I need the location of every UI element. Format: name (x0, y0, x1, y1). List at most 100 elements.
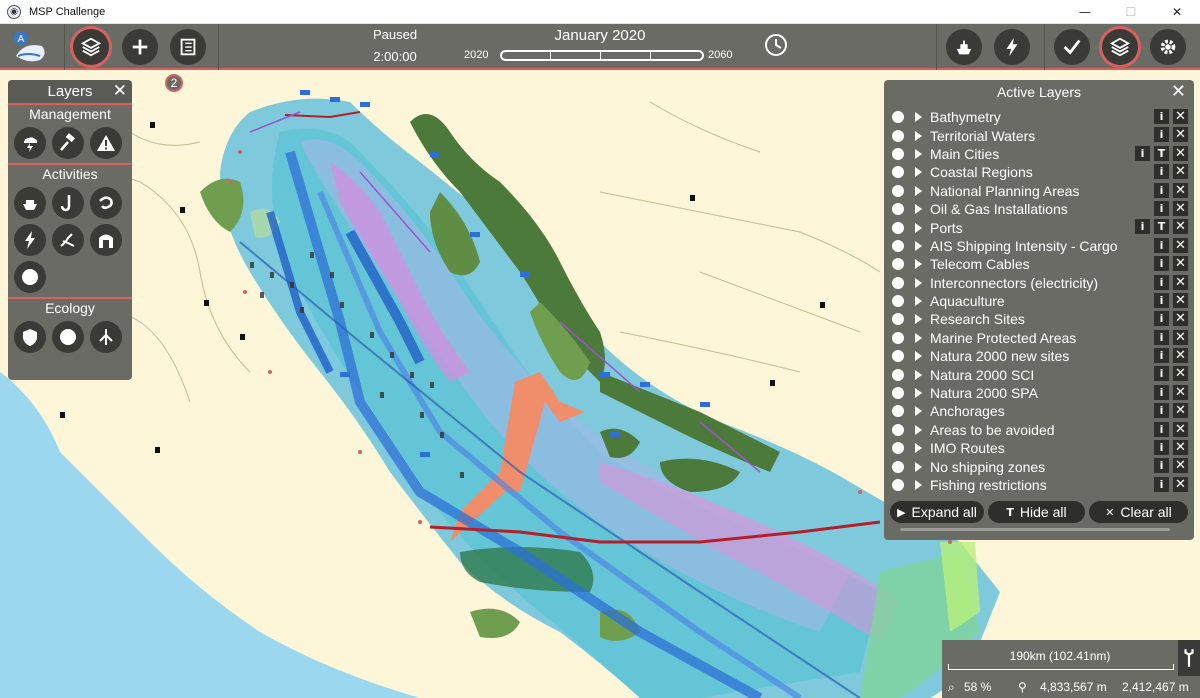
expand-arrow-icon[interactable] (915, 148, 922, 159)
remove-layer-icon[interactable]: ✕ (1173, 182, 1188, 198)
remove-layer-icon[interactable]: ✕ (1173, 292, 1188, 308)
expand-arrow-icon[interactable] (915, 112, 922, 123)
gavel-icon[interactable] (52, 127, 84, 159)
remove-layer-icon[interactable]: ✕ (1173, 458, 1188, 474)
remove-layer-icon[interactable]: ✕ (1173, 256, 1188, 272)
circle-icon[interactable] (14, 261, 46, 293)
text-toggle-icon[interactable]: T (1154, 219, 1169, 235)
timeline-clock-icon[interactable] (762, 31, 790, 59)
shield-icon[interactable] (14, 321, 46, 353)
active-layer-row[interactable]: Aquaculture i ✕ (888, 292, 1190, 310)
visibility-toggle-icon[interactable] (892, 423, 904, 436)
info-icon[interactable]: i (1154, 127, 1169, 143)
aquaculture-icon[interactable] (90, 187, 122, 219)
expand-all-button[interactable]: ▶ Expand all (890, 501, 984, 523)
remove-layer-icon[interactable]: ✕ (1173, 384, 1188, 400)
installation-icon[interactable] (90, 224, 122, 256)
active-layer-row[interactable]: Territorial Waters i ✕ (888, 126, 1190, 144)
horizontal-scrollbar[interactable] (900, 528, 1170, 531)
species-icon[interactable] (90, 321, 122, 353)
visibility-toggle-icon[interactable] (892, 184, 904, 197)
text-labels-icon[interactable]: i (1135, 219, 1150, 235)
minimize-button[interactable]: — (1062, 0, 1108, 24)
info-icon[interactable]: i (1154, 348, 1169, 364)
cloud-lightning-icon[interactable] (14, 127, 46, 159)
info-icon[interactable]: i (1154, 311, 1169, 327)
active-layers-button[interactable] (1102, 29, 1138, 65)
settings-button[interactable] (1150, 29, 1186, 65)
remove-layer-icon[interactable]: ✕ (1173, 348, 1188, 364)
visibility-toggle-icon[interactable] (892, 313, 904, 326)
info-icon[interactable]: i (1154, 384, 1169, 400)
expand-arrow-icon[interactable] (915, 424, 922, 435)
visibility-toggle-icon[interactable] (892, 129, 904, 142)
visibility-toggle-icon[interactable] (892, 147, 904, 160)
close-icon[interactable]: ✕ (113, 81, 127, 101)
info-icon[interactable]: i (1154, 237, 1169, 253)
active-layer-row[interactable]: Research Sites i ✕ (888, 310, 1190, 328)
expand-arrow-icon[interactable] (915, 351, 922, 362)
shipping-button[interactable] (946, 29, 982, 65)
text-labels-icon[interactable]: i (1135, 145, 1150, 161)
expand-arrow-icon[interactable] (915, 240, 922, 251)
expand-arrow-icon[interactable] (915, 130, 922, 141)
active-layer-row[interactable]: Coastal Regions i ✕ (888, 163, 1190, 181)
circle-icon[interactable] (52, 321, 84, 353)
visibility-toggle-icon[interactable] (892, 276, 904, 289)
remove-layer-icon[interactable]: ✕ (1173, 164, 1188, 180)
expand-arrow-icon[interactable] (915, 443, 922, 454)
visibility-toggle-icon[interactable] (892, 368, 904, 381)
active-layer-row[interactable]: Natura 2000 SPA i ✕ (888, 384, 1190, 402)
info-icon[interactable]: i (1154, 440, 1169, 456)
visibility-toggle-icon[interactable] (892, 203, 904, 216)
coast-icon[interactable] (52, 224, 84, 256)
expand-arrow-icon[interactable] (915, 222, 922, 233)
active-layer-row[interactable]: Bathymetry i ✕ (888, 108, 1190, 126)
visibility-toggle-icon[interactable] (892, 166, 904, 179)
timeline-slider[interactable] (500, 50, 704, 61)
visibility-toggle-icon[interactable] (892, 350, 904, 363)
fishing-hook-icon[interactable] (52, 187, 84, 219)
hide-all-button[interactable]: T Hide all (988, 501, 1085, 523)
plans-list-button[interactable] (170, 29, 206, 65)
active-layer-row[interactable]: Natura 2000 new sites i ✕ (888, 347, 1190, 365)
remove-layer-icon[interactable]: ✕ (1173, 476, 1188, 492)
expand-arrow-icon[interactable] (915, 406, 922, 417)
new-plan-button[interactable] (122, 29, 158, 65)
active-layer-row[interactable]: Interconnectors (electricity) i ✕ (888, 274, 1190, 292)
info-icon[interactable]: i (1154, 200, 1169, 216)
expand-arrow-icon[interactable] (915, 480, 922, 490)
text-toggle-icon[interactable]: T (1154, 145, 1169, 161)
energy-button[interactable] (994, 29, 1030, 65)
visibility-toggle-icon[interactable] (892, 405, 904, 418)
info-icon[interactable]: i (1154, 292, 1169, 308)
active-layer-row[interactable]: Oil & Gas Installations i ✕ (888, 200, 1190, 218)
tools-button[interactable] (1178, 640, 1200, 676)
visibility-toggle-icon[interactable] (892, 442, 904, 455)
expand-arrow-icon[interactable] (915, 369, 922, 380)
expand-arrow-icon[interactable] (915, 185, 922, 196)
expand-arrow-icon[interactable] (915, 314, 922, 325)
expand-arrow-icon[interactable] (915, 296, 922, 307)
expand-arrow-icon[interactable] (915, 259, 922, 270)
remove-layer-icon[interactable]: ✕ (1173, 237, 1188, 253)
active-layer-row[interactable]: National Planning Areas i ✕ (888, 182, 1190, 200)
info-icon[interactable]: i (1154, 458, 1169, 474)
active-layer-row[interactable]: Areas to be avoided i ✕ (888, 421, 1190, 439)
visibility-toggle-icon[interactable] (892, 479, 904, 491)
remove-layer-icon[interactable]: ✕ (1173, 329, 1188, 345)
active-layer-row[interactable]: Ports i T ✕ (888, 218, 1190, 236)
expand-arrow-icon[interactable] (915, 461, 922, 472)
expand-arrow-icon[interactable] (915, 204, 922, 215)
warning-icon[interactable] (90, 127, 122, 159)
remove-layer-icon[interactable]: ✕ (1173, 109, 1188, 124)
info-icon[interactable]: i (1154, 109, 1169, 124)
remove-layer-icon[interactable]: ✕ (1173, 219, 1188, 235)
remove-layer-icon[interactable]: ✕ (1173, 403, 1188, 419)
msp-logo-icon[interactable]: A (8, 26, 52, 68)
ship-icon[interactable] (14, 187, 46, 219)
visibility-toggle-icon[interactable] (892, 221, 904, 234)
visibility-toggle-icon[interactable] (892, 239, 904, 252)
expand-arrow-icon[interactable] (915, 277, 922, 288)
visibility-toggle-icon[interactable] (892, 331, 904, 344)
